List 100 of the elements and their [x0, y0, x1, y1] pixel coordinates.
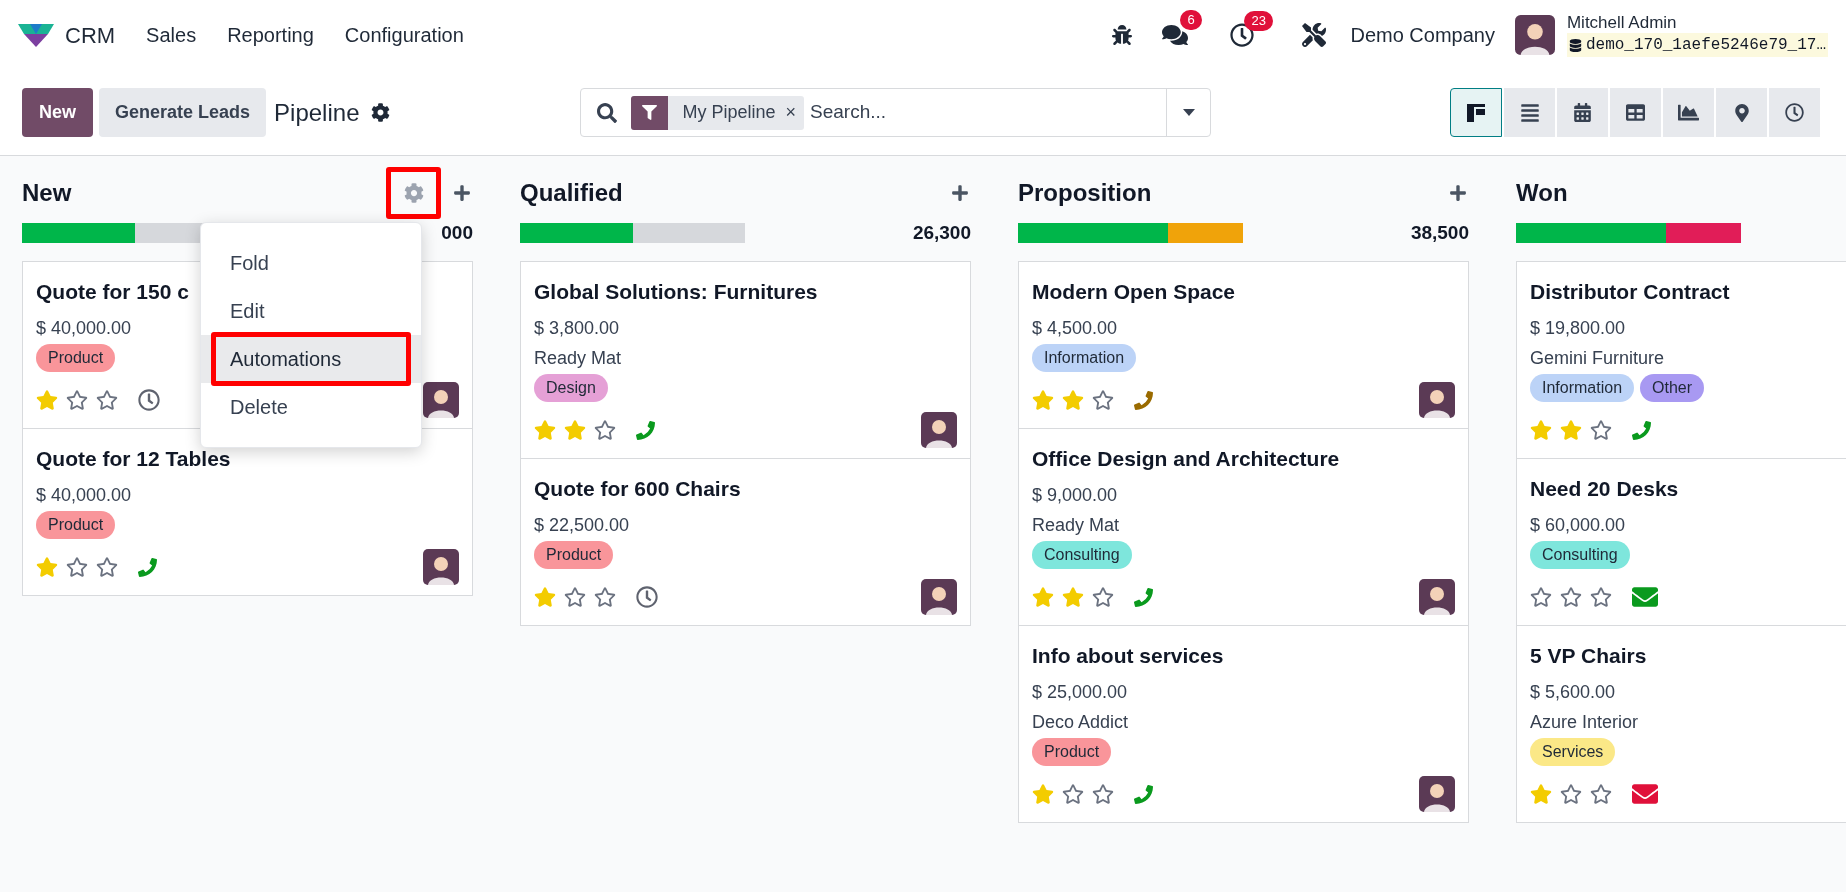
bug-icon[interactable] [1112, 25, 1133, 45]
star-icon[interactable] [36, 556, 58, 578]
column-total: 38,500 [1410, 220, 1469, 245]
star-outline-icon[interactable] [66, 556, 88, 578]
notification-badge: 6 [1180, 10, 1202, 30]
app-name[interactable]: CRM [65, 18, 116, 52]
phone-icon[interactable] [636, 420, 655, 440]
tag: Information [1530, 374, 1635, 402]
column-title: Qualified [520, 178, 623, 208]
star-icon[interactable] [1530, 783, 1552, 805]
tag: Other [1640, 374, 1705, 402]
star-outline-icon[interactable] [66, 389, 88, 411]
new-button[interactable]: New [22, 88, 93, 137]
search-icon[interactable] [597, 102, 618, 123]
star-icon[interactable] [1062, 586, 1084, 608]
remove-facet-button[interactable]: × [785, 99, 797, 126]
star-outline-icon[interactable] [564, 586, 586, 608]
star-outline-icon[interactable] [1092, 389, 1114, 411]
lead-card[interactable]: Need 20 Desks $ 60,000.00 Consulting [1516, 458, 1846, 626]
star-outline-icon[interactable] [1590, 783, 1612, 805]
search-bar[interactable]: My Pipeline × Search... [580, 88, 1212, 137]
star-icon[interactable] [564, 419, 586, 441]
star-icon[interactable] [1062, 389, 1084, 411]
envelope-icon[interactable] [1632, 584, 1658, 610]
star-outline-icon[interactable] [1560, 586, 1582, 608]
calendar-icon [1573, 103, 1592, 122]
add-icon[interactable] [1449, 184, 1467, 202]
menu-item[interactable]: Configuration [344, 20, 464, 50]
add-icon[interactable] [951, 184, 969, 202]
tools-icon[interactable] [1302, 23, 1327, 47]
phone-icon[interactable] [1134, 390, 1153, 410]
star-outline-icon[interactable] [1092, 586, 1114, 608]
star-outline-icon[interactable] [96, 389, 118, 411]
view-switch-button[interactable] [1557, 88, 1608, 137]
star-outline-icon[interactable] [1590, 586, 1612, 608]
card-title: Distributor Contract [1530, 279, 1730, 305]
envelope-icon[interactable] [1632, 781, 1658, 807]
lead-card[interactable]: Quote for 12 Tables $ 40,000.00 Product [22, 428, 473, 596]
view-switch-button[interactable] [1504, 88, 1555, 137]
notification-badge: 23 [1244, 11, 1273, 31]
area-chart-icon [1678, 102, 1699, 123]
menu-item[interactable]: Reporting [227, 20, 314, 50]
star-outline-icon[interactable] [594, 419, 616, 441]
page-title: Pipeline [274, 97, 360, 128]
map-pin-icon [1732, 103, 1751, 122]
card-title: Global Solutions: Furnitures [534, 279, 818, 305]
column-title: Proposition [1018, 178, 1152, 208]
generate-leads-button[interactable]: Generate Leads [99, 88, 267, 137]
star-icon[interactable] [534, 586, 556, 608]
star-outline-icon[interactable] [1062, 783, 1084, 805]
list-icon [1519, 102, 1540, 123]
view-switch-button[interactable] [1663, 88, 1714, 137]
star-icon[interactable] [1032, 586, 1054, 608]
app-logo-icon [18, 22, 54, 48]
lead-card[interactable]: Modern Open Space $ 4,500.00 Information [1018, 261, 1469, 429]
card-title: Quote for 150 c [36, 279, 189, 305]
caret-icon [1183, 109, 1195, 116]
star-icon[interactable] [36, 389, 58, 411]
phone-icon[interactable] [1632, 420, 1651, 440]
star-outline-icon[interactable] [1590, 419, 1612, 441]
lead-card[interactable]: Info about services $ 25,000.00 Deco Addict Product [1018, 625, 1469, 823]
star-icon[interactable] [1032, 783, 1054, 805]
phone-icon[interactable] [1134, 784, 1153, 804]
tag: Consulting [1530, 541, 1630, 569]
star-outline-icon[interactable] [96, 556, 118, 578]
card-amount: $ 19,800.00 [1530, 317, 1626, 340]
menu-option[interactable]: Delete [201, 383, 421, 431]
star-icon[interactable] [1530, 419, 1552, 441]
clock-icon[interactable] [1230, 23, 1255, 47]
settings-icon[interactable] [371, 103, 391, 122]
chat-icon[interactable] [1162, 22, 1189, 48]
lead-card[interactable]: Distributor Contract $ 19,800.00 Gemini Furniture Information Other [1516, 261, 1846, 459]
card-title: 5 VP Chairs [1530, 643, 1647, 669]
star-outline-icon[interactable] [594, 586, 616, 608]
lead-card[interactable]: Quote for 600 Chairs $ 22,500.00 Product [520, 458, 971, 626]
star-outline-icon[interactable] [1092, 783, 1114, 805]
lead-card[interactable]: 5 VP Chairs $ 5,600.00 Azure Interior Services [1516, 625, 1846, 823]
database-icon [1568, 38, 1582, 52]
view-switch-button[interactable] [1610, 88, 1661, 137]
star-icon[interactable] [1560, 419, 1582, 441]
search-field[interactable]: Search... [810, 98, 1167, 127]
view-switch-button[interactable] [1769, 88, 1820, 137]
star-outline-icon[interactable] [1530, 586, 1552, 608]
lead-card[interactable]: Office Design and Architecture $ 9,000.00 Ready Mat Consulting [1018, 428, 1469, 626]
add-icon[interactable] [453, 184, 471, 202]
menu-option[interactable]: Automations [201, 335, 421, 383]
phone-icon[interactable] [138, 557, 157, 577]
menu-option[interactable]: Edit [201, 287, 421, 335]
menu-item[interactable]: Sales [146, 20, 197, 50]
company-name: Deco Addict [1032, 711, 1129, 734]
view-switch-button[interactable] [1716, 88, 1767, 137]
star-icon[interactable] [1032, 389, 1054, 411]
star-icon[interactable] [534, 419, 556, 441]
lead-card[interactable]: Global Solutions: Furnitures $ 3,800.00 Ready Mat Design [520, 261, 971, 459]
filter-icon [642, 105, 658, 120]
user-name[interactable]: Mitchell Admin [1566, 13, 1828, 33]
star-outline-icon[interactable] [1560, 783, 1582, 805]
view-switch-button[interactable] [1450, 88, 1502, 137]
company-switcher[interactable]: Demo Company [1350, 20, 1495, 50]
phone-icon[interactable] [1134, 587, 1153, 607]
